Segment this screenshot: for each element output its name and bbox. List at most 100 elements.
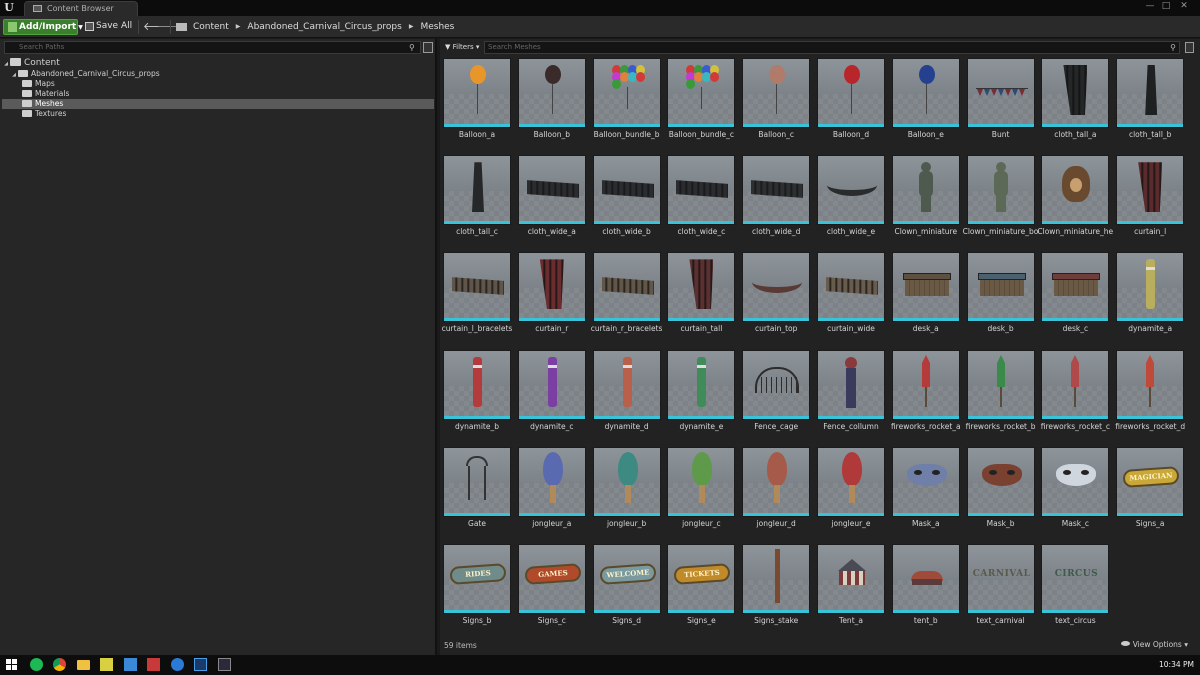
asset-tile[interactable]: Balloon_c [742,58,811,152]
asset-tile[interactable]: Mask_a [891,446,960,541]
asset-tile[interactable]: curtain_wide [817,252,885,346]
close-button[interactable]: ✕ [1178,0,1190,12]
filters-button[interactable]: ▼ Filters ▾ [442,41,482,54]
asset-tile[interactable]: fireworks_rocket_d [1115,349,1185,444]
tree-item-maps[interactable]: Maps [2,79,434,89]
asset-thumbnail[interactable] [817,446,885,517]
asset-thumbnail[interactable] [1041,349,1110,420]
chrome-icon[interactable] [53,658,66,671]
asset-tile[interactable]: curtain_top [742,252,811,346]
asset-tile[interactable]: Signs_stake [742,544,811,638]
asset-tile[interactable]: WELCOME Signs_d [592,544,661,638]
edge-icon[interactable] [170,658,184,671]
unreal-engine-icon[interactable] [217,658,231,671]
asset-thumbnail[interactable] [517,155,586,226]
asset-tile[interactable]: jongleur_b [592,446,661,541]
asset-thumbnail[interactable] [891,58,960,128]
asset-thumbnail[interactable]: RIDES [443,544,511,614]
asset-tile[interactable]: curtain_r [517,252,586,346]
search-meshes-input[interactable]: Search Meshes ⚲ [484,41,1180,54]
asset-tile[interactable]: cloth_tall_b [1116,58,1185,152]
asset-tile[interactable]: curtain_r_bracelets [591,252,662,346]
asset-thumbnail[interactable] [742,446,811,517]
asset-thumbnail[interactable] [1116,58,1185,128]
windows-logo-icon[interactable] [6,659,17,670]
tree-item-project[interactable]: ◢ Abandoned_Carnival_Circus_props [2,69,434,79]
asset-thumbnail[interactable] [667,58,736,128]
asset-tile[interactable]: dynamite_b [443,349,511,444]
minimize-button[interactable]: — [1144,0,1156,12]
breadcrumb-item-project[interactable]: Abandoned_Carnival_Circus_props [247,19,401,35]
asset-tile[interactable]: desk_b [966,252,1035,346]
asset-tile[interactable]: desk_a [891,252,960,346]
tree-item-content[interactable]: ◢ Content [2,58,434,68]
asset-thumbnail[interactable] [667,252,736,323]
asset-thumbnail[interactable] [517,349,586,420]
asset-tile[interactable]: GAMES Signs_c [517,544,586,638]
asset-thumbnail[interactable] [517,446,586,517]
asset-tile[interactable]: cloth_wide_c [667,155,736,249]
asset-thumbnail[interactable] [592,349,661,420]
asset-tile[interactable]: Mask_c [1041,446,1110,541]
asset-tile[interactable]: Balloon_e [891,58,960,152]
view-options-button[interactable]: View Options ▾ [1120,640,1188,649]
asset-tile[interactable]: curtain_tall [667,252,736,346]
asset-tile[interactable]: fireworks_rocket_c [1041,349,1110,444]
asset-tile[interactable]: Bunt [966,58,1035,152]
asset-thumbnail[interactable] [891,155,960,226]
asset-thumbnail[interactable] [966,446,1035,517]
asset-thumbnail[interactable]: TICKETS [667,544,736,614]
back-arrow-icon[interactable]: 🡐 [143,19,173,35]
asset-tile[interactable]: jongleur_a [517,446,586,541]
asset-tile[interactable]: Fence_cage [742,349,811,444]
chevron-right-icon[interactable]: ▶ [236,19,241,35]
chevron-right-icon[interactable]: ▶ [409,19,414,35]
asset-thumbnail[interactable] [667,349,736,420]
asset-thumbnail[interactable]: CIRCUS [1041,544,1110,614]
asset-tile[interactable]: CARNIVAL text_carnival [966,544,1035,638]
expand-arrow-icon[interactable]: ◢ [2,59,10,69]
asset-thumbnail[interactable] [891,544,960,614]
asset-tile[interactable]: MAGICIAN Signs_a [1116,446,1185,541]
asset-thumbnail[interactable] [742,544,811,614]
asset-thumbnail[interactable] [517,252,586,323]
asset-thumbnail[interactable]: CARNIVAL [966,544,1035,614]
tree-item-materials[interactable]: Materials [2,89,434,99]
asset-thumbnail[interactable] [443,252,511,323]
asset-tile[interactable]: cloth_wide_e [817,155,885,249]
asset-thumbnail[interactable] [1041,252,1110,323]
asset-tile[interactable]: dynamite_c [517,349,586,444]
asset-tile[interactable]: dynamite_a [1116,252,1185,346]
asset-thumbnail[interactable] [966,252,1035,323]
asset-thumbnail[interactable] [517,58,586,128]
asset-tile[interactable]: cloth_wide_b [592,155,661,249]
asset-thumbnail[interactable] [1041,446,1110,517]
asset-thumbnail[interactable] [1116,155,1185,226]
breadcrumb-item-meshes[interactable]: Meshes [420,19,454,35]
sticky-notes-icon[interactable] [100,658,113,671]
asset-thumbnail[interactable] [817,58,885,128]
asset-tile[interactable]: Clown_miniature_head [1037,155,1113,249]
asset-tile[interactable]: Balloon_a [443,58,511,152]
file-explorer-icon[interactable] [76,660,90,670]
asset-tile[interactable]: jongleur_e [817,446,885,541]
asset-thumbnail[interactable] [817,252,885,323]
asset-tile[interactable]: dynamite_d [592,349,661,444]
calculator-icon[interactable] [147,658,160,671]
asset-thumbnail[interactable] [742,58,811,128]
asset-thumbnail[interactable]: GAMES [517,544,586,614]
asset-thumbnail[interactable] [592,58,661,128]
mail-icon[interactable] [123,658,137,671]
asset-tile[interactable]: Balloon_bundle_c [667,58,736,152]
asset-thumbnail[interactable] [592,252,661,323]
asset-tile[interactable]: cloth_wide_d [742,155,811,249]
tree-item-textures[interactable]: Textures [2,109,434,119]
photoshop-icon[interactable] [194,658,207,671]
asset-thumbnail[interactable] [443,155,511,226]
save-all-button[interactable]: Save All [82,19,134,35]
path-view-options-button[interactable] [423,42,433,53]
asset-thumbnail[interactable] [1116,349,1185,420]
asset-tile[interactable]: Clown_miniature_body [963,155,1039,249]
asset-thumbnail[interactable] [891,446,960,517]
asset-tile[interactable]: desk_c [1041,252,1110,346]
